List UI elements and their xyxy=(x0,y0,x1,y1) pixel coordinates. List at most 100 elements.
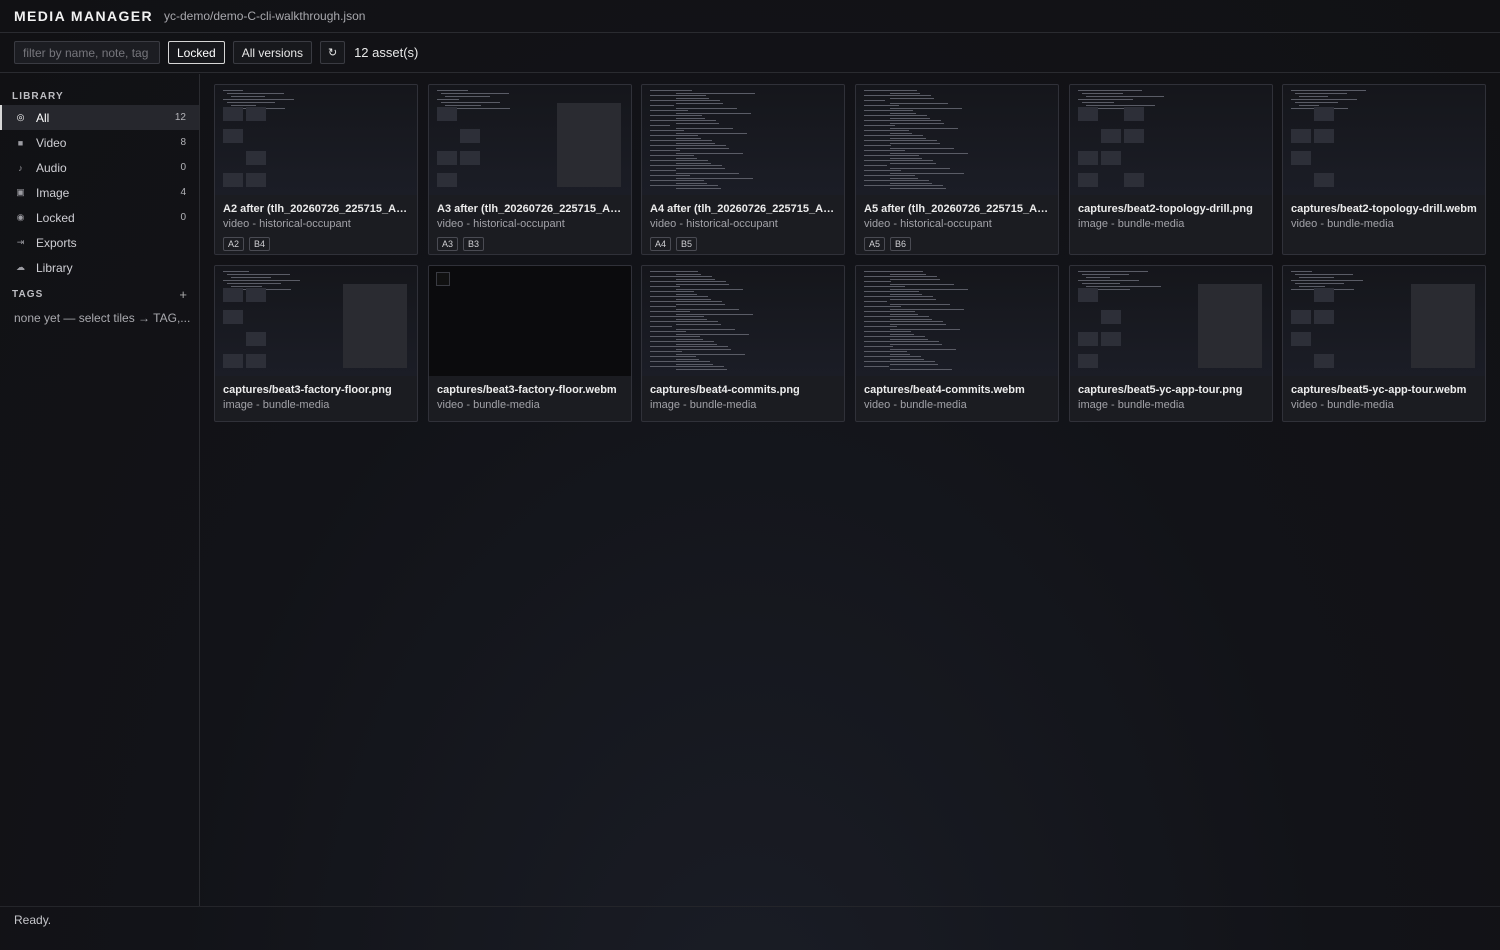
locked-filter-button[interactable]: Locked xyxy=(168,41,225,64)
library-section-label: LIBRARY xyxy=(12,91,64,102)
asset-tile[interactable]: captures/beat4-commits.png image - bundle… xyxy=(641,265,845,422)
project-file-path: yc-demo/demo-C-cli-walkthrough.json xyxy=(164,9,366,23)
asset-tile[interactable]: captures/beat3-factory-floor.webm video -… xyxy=(428,265,632,422)
asset-thumbnail xyxy=(1283,85,1485,195)
asset-thumbnail xyxy=(856,266,1058,376)
sidebar-item-count: 12 xyxy=(174,112,186,123)
sidebar-item-audio[interactable]: ♪ Audio 0 xyxy=(0,155,199,180)
sidebar-item-image[interactable]: ▣ Image 4 xyxy=(0,180,199,205)
tags-header: TAGS + xyxy=(12,287,187,302)
asset-tile[interactable]: captures/beat2-topology-drill.png image -… xyxy=(1069,84,1273,255)
asset-name: captures/beat3-factory-floor.webm xyxy=(437,384,617,396)
slot-badge: B6 xyxy=(890,237,912,251)
asset-thumbnail xyxy=(1070,85,1272,195)
asset-meta: image - bundle-media xyxy=(223,399,330,411)
filter-input[interactable] xyxy=(14,41,160,64)
sidebar-item-label: Audio xyxy=(36,160,67,175)
tags-empty-hint: none yet — select tiles → TAG,... xyxy=(14,311,190,325)
export-arrow-icon: ⇥ xyxy=(16,237,25,247)
slot-badge: B5 xyxy=(676,237,698,251)
versions-filter-button[interactable]: All versions xyxy=(232,41,313,64)
asset-name: captures/beat4-commits.webm xyxy=(864,384,1025,396)
asset-thumbnail xyxy=(642,85,844,195)
sidebar-item-library[interactable]: ☁ Library xyxy=(0,255,199,280)
asset-thumbnail xyxy=(856,85,1058,195)
slot-badge: A5 xyxy=(864,237,886,251)
asset-meta: image - bundle-media xyxy=(650,399,757,411)
asset-name: captures/beat4-commits.png xyxy=(650,384,800,396)
asset-tile[interactable]: A4 after (tlh_20260726_225715_A4_r...vid… xyxy=(641,84,845,255)
asset-thumbnail xyxy=(215,85,417,195)
asset-name: captures/beat2-topology-drill.png xyxy=(1078,203,1253,215)
asset-meta: image - bundle-media xyxy=(1078,218,1185,230)
slot-badge: B4 xyxy=(249,237,271,251)
sidebar-item-label: Library xyxy=(36,260,73,275)
asset-name: captures/beat3-factory-floor.png xyxy=(223,384,392,396)
asset-thumbnail xyxy=(642,266,844,376)
asset-count: 12 asset(s) xyxy=(354,45,419,60)
sidebar-item-exports[interactable]: ⇥ Exports xyxy=(0,230,199,255)
sidebar-item-label: All xyxy=(36,110,50,125)
asset-tile[interactable]: A5 after (tlh_20260726_225715_A5_r...vid… xyxy=(855,84,1059,255)
sidebar-item-label: Video xyxy=(36,135,67,150)
status-text: Ready. xyxy=(14,913,52,927)
sidebar: LIBRARY ◎ All 12 ■ Video 8 ♪ Audio 0 ▣ Image 4 ◉ Lock… xyxy=(0,74,200,906)
sidebar-item-video[interactable]: ■ Video 8 xyxy=(0,130,199,155)
add-tag-button[interactable]: + xyxy=(179,287,187,302)
asset-meta: video - historical-occupant xyxy=(650,218,778,230)
asset-badges: A5 B6 xyxy=(864,237,1050,251)
asset-tile[interactable]: A2 after (tlh_20260726_225715_A2_r...vid… xyxy=(214,84,418,255)
status-bar: Ready. xyxy=(0,906,1500,950)
slot-badge: A2 xyxy=(223,237,245,251)
asset-tile[interactable]: captures/beat4-commits.webm video - bundl… xyxy=(855,265,1059,422)
sidebar-item-all[interactable]: ◎ All 12 xyxy=(0,105,199,130)
asset-meta: video - bundle-media xyxy=(1291,218,1394,230)
asset-name: A2 after (tlh_20260726_225715_A2_r... xyxy=(223,203,409,215)
asset-tile[interactable]: captures/beat2-topology-drill.webm video … xyxy=(1282,84,1486,255)
asset-meta: image - bundle-media xyxy=(1078,399,1185,411)
sidebar-item-count: 8 xyxy=(180,137,186,148)
library-nav: ◎ All 12 ■ Video 8 ♪ Audio 0 ▣ Image 4 ◉ Locked 0 ⇥ Expo… xyxy=(0,105,199,280)
asset-name: A5 after (tlh_20260726_225715_A5_r... xyxy=(864,203,1050,215)
asset-tile[interactable]: captures/beat5-yc-app-tour.png image - bu… xyxy=(1069,265,1273,422)
asset-tile[interactable]: A3 after (tlh_20260726_225715_A3_r... vid… xyxy=(428,84,632,255)
refresh-icon: ↻ xyxy=(327,47,338,59)
slot-badge: A3 xyxy=(437,237,459,251)
tags-section-label: TAGS xyxy=(12,289,44,300)
asset-name: captures/beat5-yc-app-tour.webm xyxy=(1291,384,1467,396)
asset-thumbnail xyxy=(429,266,631,376)
toolbar: Locked All versions ↻ 12 asset(s) xyxy=(0,33,1500,73)
asset-name: A3 after (tlh_20260726_225715_A3_r... xyxy=(437,203,623,215)
music-note-icon: ♪ xyxy=(18,162,23,173)
refresh-button[interactable]: ↻ xyxy=(320,41,346,64)
asset-thumbnail xyxy=(215,266,417,376)
asset-meta: video - bundle-media xyxy=(1291,399,1394,411)
asset-thumbnail xyxy=(1283,266,1485,376)
asset-tile[interactable]: captures/beat5-yc-app-tour.webm video - b… xyxy=(1282,265,1486,422)
asset-name: A4 after (tlh_20260726_225715_A4_r... xyxy=(650,203,836,215)
slot-badge: B3 xyxy=(463,237,485,251)
film-icon: ■ xyxy=(17,137,24,148)
sidebar-item-label: Exports xyxy=(36,235,77,250)
sidebar-item-label: Image xyxy=(36,185,70,200)
asset-meta: video - historical-occupant xyxy=(223,218,351,230)
image-icon: ▣ xyxy=(16,187,25,197)
sidebar-item-locked[interactable]: ◉ Locked 0 xyxy=(0,205,199,230)
asset-tile[interactable]: captures/beat3-factory-floor.png image - … xyxy=(214,265,418,422)
asset-badges: A2 B4 xyxy=(223,237,409,251)
asset-meta: video - bundle-media xyxy=(864,399,967,411)
sidebar-item-count: 0 xyxy=(180,162,186,173)
sidebar-item-count: 4 xyxy=(180,187,186,198)
sidebar-item-label: Locked xyxy=(36,210,75,225)
cloud-icon: ☁ xyxy=(16,262,25,272)
asset-badges: A3 B3 xyxy=(437,237,623,251)
asset-name: captures/beat5-yc-app-tour.png xyxy=(1078,384,1243,396)
asset-meta: video - bundle-media xyxy=(437,399,540,411)
circle-target-icon: ◎ xyxy=(16,112,25,122)
slot-badge: A4 xyxy=(650,237,672,251)
asset-thumbnail xyxy=(1070,266,1272,376)
app-title: MEDIA MANAGER xyxy=(14,8,154,24)
app-header: MEDIA MANAGER yc-demo/demo-C-cli-walkthr… xyxy=(0,0,1500,33)
asset-meta: video - historical-occupant xyxy=(864,218,992,230)
asset-thumbnail xyxy=(429,85,631,195)
